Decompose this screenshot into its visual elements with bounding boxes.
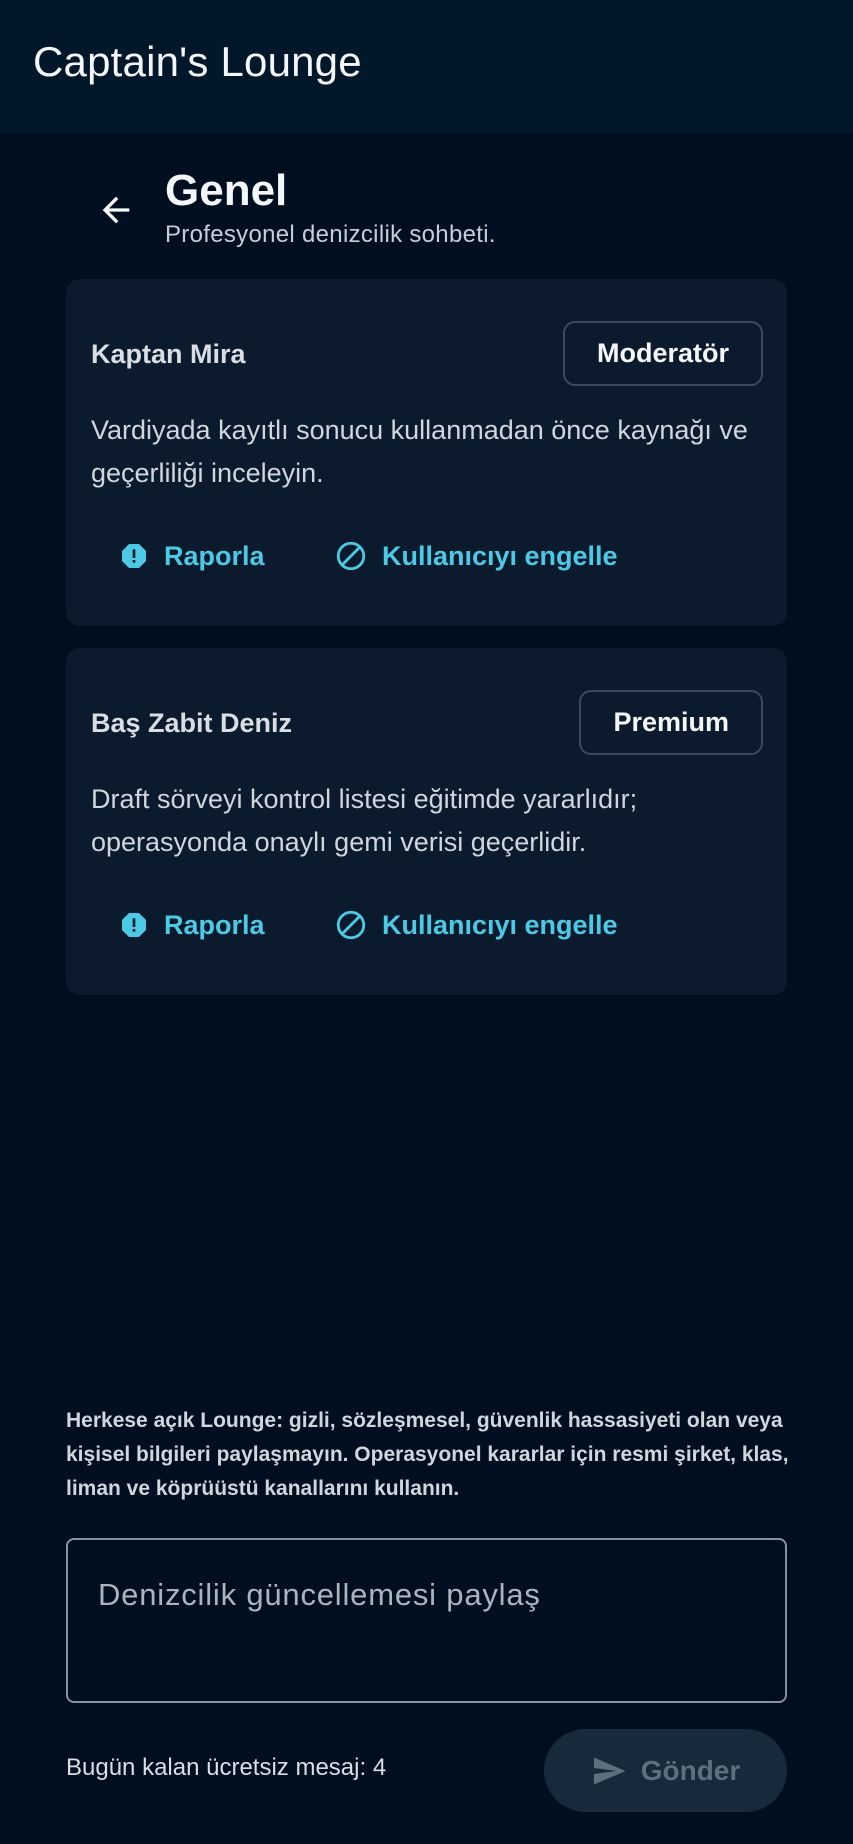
report-icon [122,544,146,568]
role-badge: Moderatör [562,321,763,386]
send-button[interactable]: Gönder [544,1729,787,1812]
block-icon [336,910,366,940]
role-badge: Premium [579,690,763,755]
post-message: Vardiyada kayıtlı sonucu kullanmadan önc… [91,415,748,488]
block-user-label: Kullanıcıyı engelle [382,540,618,571]
report-button[interactable]: Raporla [118,529,265,583]
send-label: Gönder [640,1754,741,1786]
block-icon [336,541,366,571]
compose-box[interactable] [66,1538,787,1703]
post-card: Kaptan Mira Moderatör Vardiyada kayıtlı … [66,279,787,626]
safety-notice: Herkese açık Lounge: gizli, sözleşmesel,… [66,1409,789,1500]
block-user-button[interactable]: Kullanıcıyı engelle [334,529,618,583]
arrow-back-icon [102,196,130,224]
post-card: Baş Zabit Deniz Premium Draft sörveyi ko… [66,648,787,995]
app-title: Captain's Lounge [33,38,362,85]
page-subtitle: Profesyonel denizcilik sohbeti. [165,221,496,248]
post-message: Draft sörveyi kontrol listesi eğitimde y… [91,784,638,857]
block-user-label: Kullanıcıyı engelle [382,909,618,940]
post-author: Baş Zabit Deniz [91,708,293,738]
message-input[interactable] [98,1570,758,1620]
report-label: Raporla [164,909,265,940]
remaining-messages: Bugün kalan ücretsiz mesaj: 4 [66,1754,387,1781]
app-bar: Captain's Lounge [0,0,853,133]
send-icon [593,1757,626,1784]
post-author: Kaptan Mira [91,339,246,369]
page-title: Genel [165,166,288,215]
report-button[interactable]: Raporla [118,898,265,952]
block-user-button[interactable]: Kullanıcıyı engelle [334,898,618,952]
report-icon [122,913,146,937]
back-button[interactable] [90,184,142,236]
report-label: Raporla [164,540,265,571]
